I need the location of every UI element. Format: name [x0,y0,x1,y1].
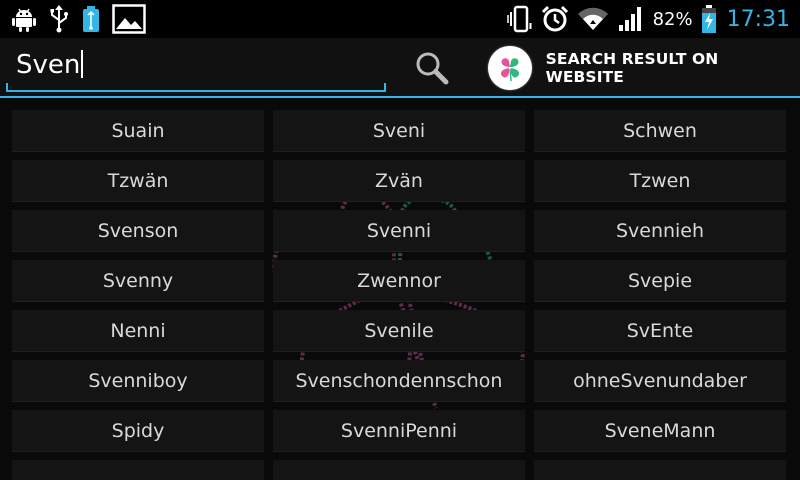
result-cell[interactable]: Svenniboy [12,360,264,402]
usb-icon [48,4,70,34]
search-input-text: Sven [16,50,84,80]
result-cell[interactable] [12,460,264,480]
result-cell[interactable]: Svennieh [534,210,786,252]
vibrate-icon [506,5,533,33]
status-bar-right: 82% 17:31 [506,3,790,35]
text-cursor [81,50,84,78]
search-website-label: SEARCH RESULT ON WEBSITE [545,50,719,86]
search-button[interactable] [412,50,452,90]
signal-icon [617,5,645,33]
result-cell[interactable]: Tzwän [12,160,264,202]
image-icon [112,4,146,34]
result-cell[interactable]: Svenschondennschon [273,360,525,402]
result-cell[interactable]: Tzwen [534,160,786,202]
result-cell[interactable]: Spidy [12,410,264,452]
result-cell[interactable]: Sveni [273,110,525,152]
usb-debug-icon [80,4,102,34]
result-cell[interactable]: SveneMann [534,410,786,452]
result-cell[interactable]: Zvän [273,160,525,202]
result-cell[interactable]: Zwennor [273,260,525,302]
result-cell[interactable]: Nenni [12,310,264,352]
battery-percent: 82% [652,8,693,30]
result-cell[interactable]: Svenny [12,260,264,302]
result-cell[interactable]: SvenniPenni [273,410,525,452]
result-cell[interactable]: Svepie [534,260,786,302]
android-icon [10,5,38,33]
result-cell[interactable]: Schwen [534,110,786,152]
result-cell[interactable]: SvEnte [534,310,786,352]
result-cell[interactable]: Suain [12,110,264,152]
result-cell[interactable] [273,460,525,480]
result-cell[interactable]: Svenni [273,210,525,252]
battery-icon [701,4,717,34]
clock: 17:31 [726,6,790,32]
search-input-value: Sven [16,50,81,80]
result-cell[interactable]: ohneSvenundaber [534,360,786,402]
results-area: Suain Sveni Schwen Tzwän Zvän Tzwen Svenson Sve… [0,98,800,480]
alarm-icon [541,5,569,33]
clover-logo-icon [488,46,532,90]
wifi-icon [577,6,609,32]
search-icon [414,50,450,90]
result-cell[interactable] [534,460,786,480]
search-bar: Sven SEARCH RESULT ON WEBSITE [0,38,800,96]
search-input[interactable]: Sven [6,46,386,92]
results-grid: Suain Sveni Schwen Tzwän Zvän Tzwen Svenson Sve… [12,110,786,480]
search-website-button[interactable]: SEARCH RESULT ON WEBSITE [488,46,800,90]
status-bar: 82% 17:31 [0,0,800,38]
result-cell[interactable]: Svenson [12,210,264,252]
result-cell[interactable]: Svenile [273,310,525,352]
status-bar-left [10,3,146,35]
